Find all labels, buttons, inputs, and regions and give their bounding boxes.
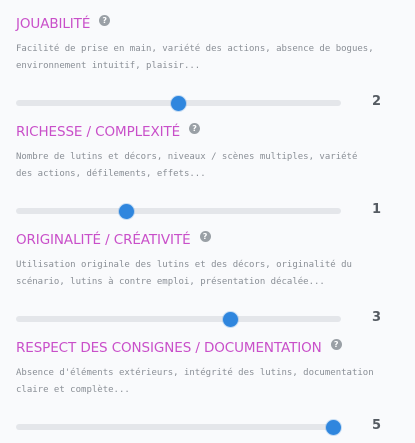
criterion-description: Facilité de prise en main, variété des a…	[16, 41, 388, 75]
rating-slider[interactable]	[16, 420, 342, 435]
criterion-description: Utilisation originale des lutins et des …	[16, 257, 388, 291]
criterion-respect-consignes: RESPECT DES CONSIGNES / DOCUMENTATION ? …	[16, 338, 386, 443]
slider-track[interactable]	[16, 424, 341, 430]
description-line: des actions, défilements, effets...	[16, 169, 206, 179]
description-line: Facilité de prise en main, variété des a…	[16, 44, 374, 54]
criterion-description: Nombre de lutins et décors, niveaux / sc…	[16, 149, 388, 183]
question-circle-icon[interactable]: ?	[99, 14, 111, 26]
slider-track[interactable]	[16, 208, 341, 214]
criterion-originalite-creativite: ORIGINALITÉ / CRÉATIVITÉ ? Utilisation o…	[16, 230, 386, 335]
rating-value: 2	[372, 94, 382, 109]
slider-thumb[interactable]	[223, 312, 238, 327]
description-line: Absence d'éléments extérieurs, intégrité…	[16, 368, 374, 378]
rating-value: 1	[372, 202, 382, 217]
question-circle-icon[interactable]: ?	[199, 230, 211, 242]
slider-thumb[interactable]	[171, 96, 186, 111]
criterion-title: RESPECT DES CONSIGNES / DOCUMENTATION	[16, 340, 322, 356]
slider-thumb[interactable]	[326, 420, 342, 435]
question-circle-icon[interactable]: ?	[189, 122, 201, 134]
criterion-title-row: RICHESSE / COMPLEXITÉ ?	[16, 122, 201, 142]
criterion-title-row: JOUABILITÉ ?	[16, 14, 111, 34]
rating-slider[interactable]	[16, 96, 341, 111]
criterion-title-row: ORIGINALITÉ / CRÉATIVITÉ ?	[16, 230, 211, 250]
criterion-jouabilite: JOUABILITÉ ? Facilité de prise en main, …	[16, 14, 386, 119]
question-circle-icon[interactable]: ?	[330, 338, 342, 350]
criterion-description: Absence d'éléments extérieurs, intégrité…	[16, 365, 388, 399]
description-line: claire et complète...	[16, 385, 130, 395]
rating-slider[interactable]	[16, 312, 341, 327]
description-line: Utilisation originale des lutins et des …	[16, 260, 352, 270]
criterion-title: RICHESSE / COMPLEXITÉ	[16, 124, 181, 140]
criterion-title: JOUABILITÉ	[16, 16, 91, 32]
criterion-richesse-complexite: RICHESSE / COMPLEXITÉ ? Nombre de lutins…	[16, 122, 386, 227]
description-line: environnement intuitif, plaisir...	[16, 61, 201, 71]
rating-value: 3	[372, 310, 382, 325]
slider-track[interactable]	[16, 316, 341, 322]
slider-thumb[interactable]	[119, 204, 134, 219]
criterion-title-row: RESPECT DES CONSIGNES / DOCUMENTATION ?	[16, 338, 342, 358]
criterion-title: ORIGINALITÉ / CRÉATIVITÉ	[16, 232, 191, 248]
rating-value: 5	[372, 418, 382, 433]
description-line: scénario, lutins à contre emploi, présen…	[16, 277, 325, 287]
description-line: Nombre de lutins et décors, niveaux / sc…	[16, 152, 358, 162]
rating-slider[interactable]	[16, 204, 341, 219]
